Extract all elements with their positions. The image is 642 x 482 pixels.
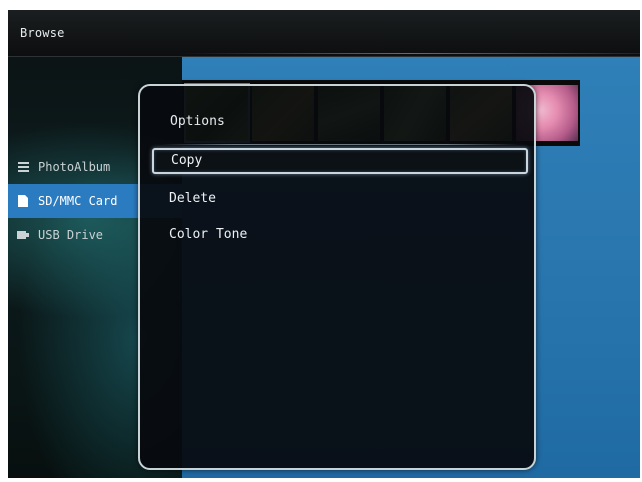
menu-item-copy[interactable]: Copy bbox=[152, 148, 528, 174]
list-icon bbox=[17, 161, 29, 173]
sidebar-item-label: SD/MMC Card bbox=[38, 194, 118, 208]
menu-item-delete[interactable]: Delete bbox=[152, 186, 528, 212]
options-dialog: Options Copy Delete Color Tone bbox=[138, 84, 536, 470]
sidebar-item-label: USB Drive bbox=[38, 228, 104, 242]
title-bar: Browse bbox=[8, 10, 640, 57]
options-title: Options bbox=[170, 114, 225, 129]
window-title: Browse bbox=[20, 26, 65, 40]
usb-drive-icon bbox=[17, 229, 29, 241]
photo-frame-screen: Browse PhotoAlbum SD/MMC Card USB Drive … bbox=[8, 10, 640, 478]
menu-item-color-tone[interactable]: Color Tone bbox=[152, 222, 528, 248]
title-divider bbox=[178, 53, 640, 54]
memory-card-icon bbox=[17, 195, 29, 207]
options-divider bbox=[162, 144, 518, 145]
sidebar-item-label: PhotoAlbum bbox=[38, 160, 111, 174]
